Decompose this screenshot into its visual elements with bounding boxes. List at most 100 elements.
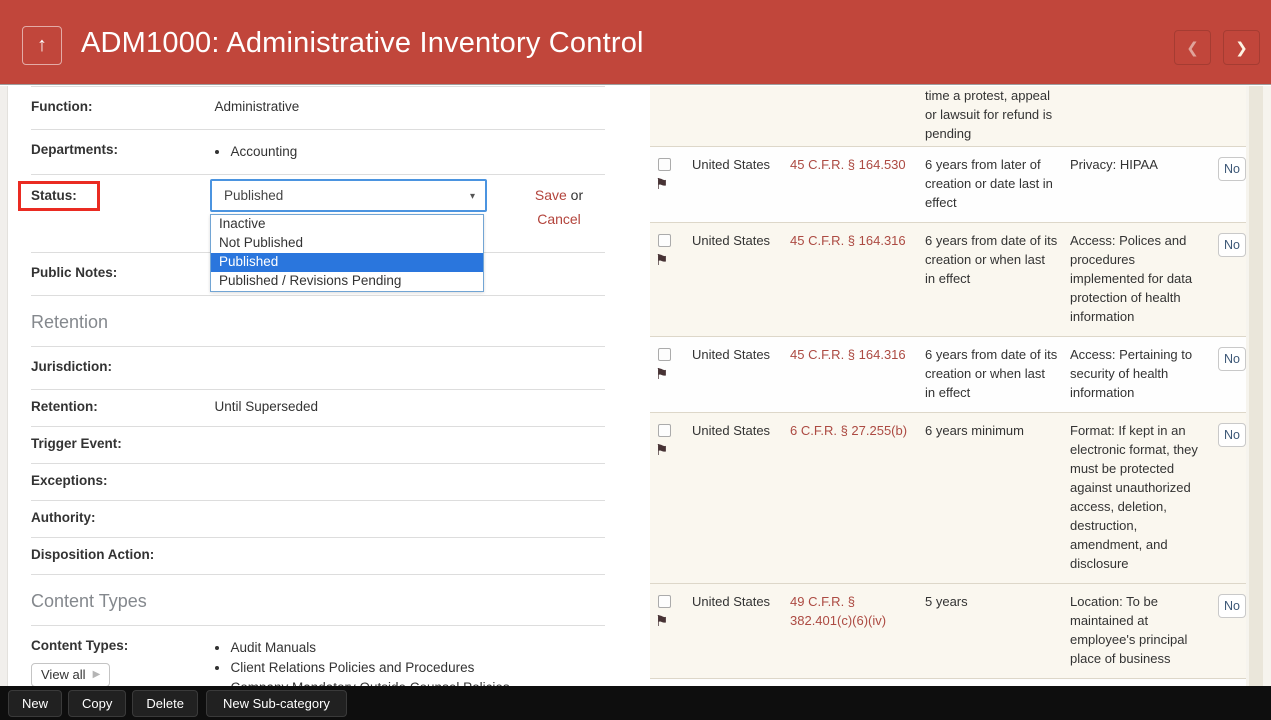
- exclude-no-button[interactable]: No: [1218, 594, 1246, 618]
- status-option-inactive[interactable]: Inactive: [211, 215, 483, 234]
- flag-icon[interactable]: ⚑: [655, 254, 668, 267]
- retention-value: Until Superseded: [214, 399, 318, 414]
- jurisdiction-label: Jurisdiction:: [31, 359, 210, 374]
- status-option-published[interactable]: Published: [211, 253, 483, 272]
- citation-retention: 6 years minimum: [925, 421, 1070, 573]
- row-checkbox[interactable]: [658, 158, 671, 171]
- citation-retention: 6 years from date of its creation or whe…: [925, 231, 1070, 326]
- status-annotation-box: Status:: [18, 181, 100, 211]
- triangle-right-icon: ▶: [93, 669, 101, 680]
- chevron-left-icon: ❮: [1186, 39, 1199, 57]
- disposition-action-label: Disposition Action:: [31, 547, 210, 562]
- citation-row: ⚑ United States 45 C.F.R. § 164.316 6 ye…: [650, 337, 1246, 413]
- row-checkbox[interactable]: [658, 348, 671, 361]
- citation-jurisdiction: United States: [692, 155, 790, 212]
- copy-button[interactable]: Copy: [68, 690, 126, 717]
- view-all-label: View all: [41, 667, 86, 682]
- row-checkbox[interactable]: [658, 595, 671, 608]
- status-options-list: Inactive Not Published Published Publish…: [210, 214, 484, 292]
- row-checkbox[interactable]: [658, 424, 671, 437]
- citation-retention: time a protest, appeal or lawsuit for re…: [925, 86, 1070, 143]
- up-arrow-icon: ↑: [37, 34, 47, 57]
- citation-jurisdiction: United States: [692, 345, 790, 402]
- flag-icon[interactable]: ⚑: [655, 444, 668, 457]
- citation-link[interactable]: 45 C.F.R. § 164.316: [790, 345, 925, 402]
- exclude-no-button[interactable]: No: [1218, 423, 1246, 447]
- citation-retention: 6 years from later of creation or date l…: [925, 155, 1070, 212]
- delete-button[interactable]: Delete: [132, 690, 198, 717]
- function-label: Function:: [31, 99, 210, 114]
- citations-table: time a protest, appeal or lawsuit for re…: [650, 86, 1246, 686]
- previous-record-button[interactable]: ❮: [1174, 30, 1211, 65]
- row-checkbox[interactable]: [658, 234, 671, 247]
- content-type-item: Company Mandatory Outside Counsel Polici…: [230, 678, 509, 686]
- save-cancel-links: Save or Cancel: [527, 183, 591, 231]
- exceptions-label: Exceptions:: [31, 473, 210, 488]
- up-arrow-button[interactable]: ↑: [22, 26, 62, 65]
- app-header: ↑ ADM1000: Administrative Inventory Cont…: [0, 0, 1271, 85]
- disposition-action-field: Disposition Action:: [31, 538, 605, 575]
- citation-row: ⚑ United States 49 C.F.R. § 382.401(c)(6…: [650, 584, 1246, 679]
- authority-label: Authority:: [31, 510, 210, 525]
- departments-list: Accounting: [230, 142, 297, 162]
- content-types-field: Content Types: View all ▶ Audit Manuals …: [31, 626, 605, 686]
- page-title: ADM1000: Administrative Inventory Contro…: [81, 27, 644, 60]
- flag-icon[interactable]: ⚑: [655, 178, 668, 191]
- or-text: or: [571, 187, 583, 203]
- citation-description: Format: If kept in an electronic format,…: [1070, 421, 1218, 573]
- citation-row: time a protest, appeal or lawsuit for re…: [650, 86, 1246, 147]
- table-scrollbar[interactable]: [1246, 86, 1271, 686]
- content-types-section: Content Types: [31, 575, 605, 626]
- content-types-label: Content Types:: [31, 638, 128, 653]
- table-scrollbar-track[interactable]: [1249, 86, 1263, 686]
- department-item: Accounting: [230, 142, 297, 162]
- exclude-no-button[interactable]: No: [1218, 233, 1246, 257]
- content-types-section-title: Content Types: [31, 591, 147, 611]
- exceptions-field: Exceptions:: [31, 464, 605, 501]
- chevron-down-icon: ▾: [470, 191, 475, 202]
- citation-link[interactable]: 45 C.F.R. § 164.530: [790, 155, 925, 212]
- view-all-button[interactable]: View all ▶: [31, 663, 110, 686]
- authority-field: Authority:: [31, 501, 605, 538]
- citation-row: ⚑ United States 45 C.F.R. § 164.530 6 ye…: [650, 147, 1246, 223]
- citation-row: ⚑ United States 45 C.F.R. § 164.316 6 ye…: [650, 223, 1246, 337]
- departments-field: Departments: Accounting: [31, 130, 605, 175]
- cancel-link[interactable]: Cancel: [537, 211, 581, 227]
- citation-row: ⚑ United States 6 C.F.R. § 27.255(b) 6 y…: [650, 413, 1246, 584]
- status-selected-value: Published: [224, 188, 283, 203]
- exclude-no-button[interactable]: No: [1218, 347, 1246, 371]
- citation-link[interactable]: 45 C.F.R. § 164.316: [790, 231, 925, 326]
- save-link[interactable]: Save: [535, 187, 567, 203]
- flag-icon[interactable]: ⚑: [655, 368, 668, 381]
- new-button[interactable]: New: [8, 690, 62, 717]
- jurisdiction-field: Jurisdiction:: [31, 347, 605, 390]
- status-option-not-published[interactable]: Not Published: [211, 234, 483, 253]
- chevron-right-icon: ❯: [1235, 39, 1248, 57]
- citation-jurisdiction: United States: [692, 421, 790, 573]
- citation-description: Location: To be maintained at employee's…: [1070, 592, 1218, 668]
- content-type-item: Audit Manuals: [230, 638, 509, 658]
- action-bar: New Copy Delete New Sub-category: [0, 686, 1271, 720]
- citation-jurisdiction: United States: [692, 231, 790, 326]
- content-types-list: Audit Manuals Client Relations Policies …: [230, 638, 509, 686]
- trigger-event-label: Trigger Event:: [31, 436, 210, 451]
- citation-description: Access: Pertaining to security of health…: [1070, 345, 1218, 402]
- main-content: Function: Administrative Departments: Ac…: [0, 86, 1271, 686]
- status-field: Status: Published ▾ Inactive Not Publish…: [31, 175, 605, 253]
- flag-icon[interactable]: ⚑: [655, 615, 668, 628]
- citation-link[interactable]: 49 C.F.R. § 382.401(c)(6)(iv): [790, 592, 925, 668]
- left-scrollbar[interactable]: [0, 86, 8, 686]
- status-option-published-revisions-pending[interactable]: Published / Revisions Pending: [211, 272, 483, 291]
- details-panel: Function: Administrative Departments: Ac…: [9, 86, 609, 686]
- citation-retention: 5 years: [925, 592, 1070, 668]
- departments-label: Departments:: [31, 142, 210, 157]
- retention-label: Retention:: [31, 399, 210, 414]
- next-record-button[interactable]: ❯: [1223, 30, 1260, 65]
- new-sub-category-button[interactable]: New Sub-category: [206, 690, 347, 717]
- citation-jurisdiction: United States: [692, 592, 790, 668]
- exclude-no-button[interactable]: No: [1218, 157, 1246, 181]
- status-select[interactable]: Published ▾: [210, 179, 487, 212]
- citation-description: Privacy: HIPAA: [1070, 155, 1218, 212]
- citation-link[interactable]: 6 C.F.R. § 27.255(b): [790, 421, 925, 573]
- citation-row: ⚑ United States 29 C.F.R. § 825.500(c)(5…: [650, 679, 1246, 686]
